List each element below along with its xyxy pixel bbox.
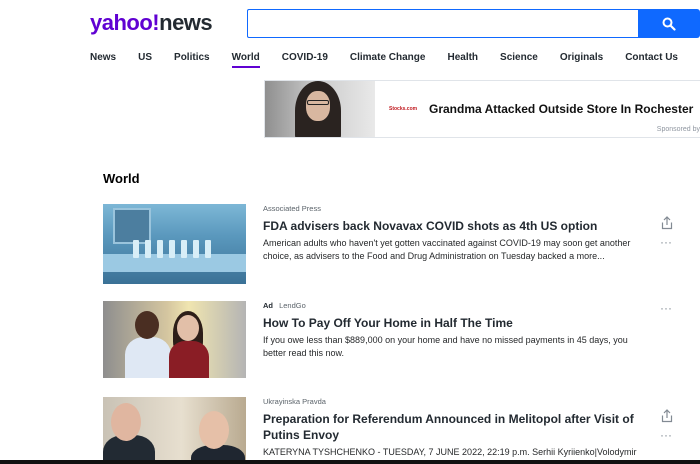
story-thumbnail[interactable] [103,204,246,284]
ad-label: Ad [263,301,273,310]
nav-item-health[interactable]: Health [447,51,478,69]
story-provider: Ukrayinska Pravda [263,397,648,407]
logo-product: news [159,10,213,35]
nav-item-politics[interactable]: Politics [174,51,210,69]
ad-banner[interactable]: Stocks.com Grandma Attacked Outside Stor… [264,80,700,138]
story-headline[interactable]: How To Pay Off Your Home in Half The Tim… [263,315,648,331]
story-headline[interactable]: Preparation for Referendum Announced in … [263,411,648,443]
nav-item-covid-19[interactable]: COVID-19 [282,51,328,69]
nav-item-originals[interactable]: Originals [560,51,603,69]
story-headline[interactable]: FDA advisers back Novavax COVID shots as… [263,218,648,234]
story-provider: Associated Press [263,204,648,214]
nav-item-world[interactable]: World [231,51,260,69]
main-nav: News US Politics World COVID-19 Climate … [90,51,700,69]
yahoo-news-logo[interactable]: yahoo! news [90,10,213,38]
search-icon [662,17,676,31]
story-provider-name: Ukrayinska Pravda [263,397,326,406]
nav-item-science[interactable]: Science [500,51,538,69]
section-title: World [103,171,140,186]
ad-headline[interactable]: Grandma Attacked Outside Store In Roches… [429,102,693,116]
more-options-icon[interactable]: ··· [660,302,672,314]
share-icon[interactable] [660,216,674,230]
story-summary: KATERYNA TYSHCHENKO - TUESDAY, 7 JUNE 20… [263,447,637,457]
bottom-bar [0,460,700,464]
logo-brand: yahoo! [90,10,160,35]
nav-item-us[interactable]: US [138,51,152,69]
ad-image [265,81,375,137]
story-summary: If you owe less than $889,000 on your ho… [263,335,628,358]
search-button[interactable] [638,9,700,38]
story-summary: American adults who haven't yet gotten v… [263,238,631,261]
sponsored-label: Sponsored by [656,126,700,133]
story-provider-name: Associated Press [263,204,321,213]
nav-item-news[interactable]: News [90,51,116,69]
story-thumbnail[interactable] [103,397,246,464]
more-options-icon[interactable]: ··· [660,236,672,248]
share-icon[interactable] [660,409,674,423]
ad-brand-logo: Stocks.com [389,106,418,112]
nav-item-climate-change[interactable]: Climate Change [350,51,426,69]
more-options-icon[interactable]: ··· [660,429,672,441]
story-provider-name: LendGo [279,301,306,310]
story-thumbnail[interactable] [103,301,246,378]
story-provider: Ad LendGo [263,301,648,311]
search-input[interactable] [247,9,639,38]
nav-item-contact-us[interactable]: Contact Us [625,51,678,69]
